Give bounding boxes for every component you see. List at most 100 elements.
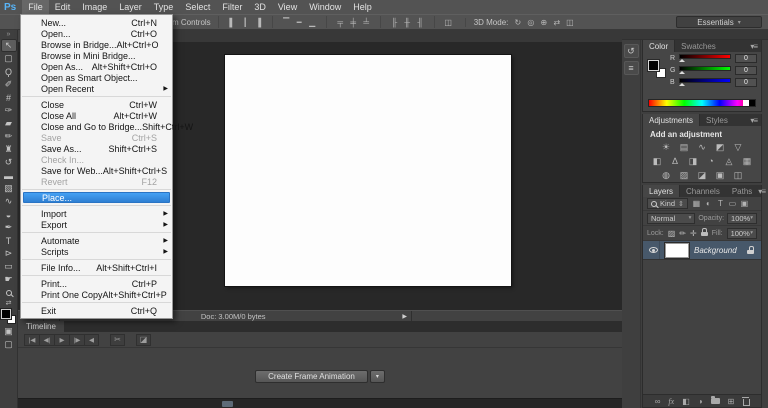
play-button[interactable]: ▶ <box>54 334 69 346</box>
crop-tool[interactable]: # <box>1 91 17 104</box>
layer-row-background[interactable]: Background <box>643 241 761 260</box>
lock-all-icon[interactable] <box>701 228 708 238</box>
menu-item-open-as[interactable]: Open As...Alt+Shift+Ctrl+O <box>21 61 172 72</box>
menu-item-save-as[interactable]: Save As...Shift+Ctrl+S <box>21 143 172 154</box>
posterize-icon[interactable]: ▨ <box>678 169 690 181</box>
menubar-item-layer[interactable]: Layer <box>113 0 148 14</box>
menu-item-print[interactable]: Print...Ctrl+P <box>21 278 172 289</box>
new-adjustment-layer-button-icon[interactable]: ◑ <box>698 397 703 406</box>
menu-item-browse-in-mini-bridge[interactable]: Browse in Mini Bridge... <box>21 50 172 61</box>
layer-style-button-icon[interactable]: fx <box>668 397 674 406</box>
panel-menu-icon[interactable]: ▾≡ <box>758 187 768 196</box>
zoom-tool[interactable] <box>1 286 17 299</box>
channel-value-field[interactable]: 0 <box>735 54 757 63</box>
layers-tab-channels[interactable]: Channels <box>680 185 726 197</box>
menu-item-save[interactable]: SaveCtrl+S <box>21 132 172 143</box>
foreground-color-swatch[interactable] <box>1 309 11 319</box>
status-flyout-arrow-icon[interactable]: ▶ <box>402 313 407 320</box>
channel-mixer-icon[interactable]: ◬ <box>723 155 735 167</box>
quick-selection-tool[interactable]: ✐ <box>1 78 17 91</box>
menu-item-automate[interactable]: Automate▶ <box>21 235 172 246</box>
color-tab-color[interactable]: Color <box>643 40 675 52</box>
pen-tool[interactable]: ✒ <box>1 221 17 234</box>
path-selection-tool[interactable]: ⊳ <box>1 247 17 260</box>
lasso-tool[interactable]: Ϙ <box>1 65 17 78</box>
channel-slider[interactable] <box>679 54 731 62</box>
clone-stamp-tool[interactable]: ♜ <box>1 143 17 156</box>
layer-visibility-cell[interactable] <box>647 241 660 259</box>
distribute-top-edges-icon[interactable]: ╤ <box>334 16 347 28</box>
slider-marker[interactable] <box>679 83 685 86</box>
transition-button[interactable]: ◪ <box>136 334 151 346</box>
channel-gradient-bar[interactable] <box>679 54 731 59</box>
black-white-icon[interactable]: ◨ <box>687 155 699 167</box>
gradient-map-icon[interactable]: ▣ <box>714 169 726 181</box>
menu-item-print-one-copy[interactable]: Print One CopyAlt+Shift+Ctrl+P <box>21 289 172 300</box>
menubar-item-image[interactable]: Image <box>76 0 113 14</box>
blend-mode-dropdown[interactable]: Normal ▾ <box>647 213 695 224</box>
exposure-icon[interactable]: ◩ <box>714 141 726 153</box>
menu-item-exit[interactable]: ExitCtrl+Q <box>21 305 172 316</box>
brush-tool[interactable]: ✏ <box>1 130 17 143</box>
menu-item-check-in[interactable]: Check In... <box>21 154 172 165</box>
history-brush-tool[interactable]: ↺ <box>1 156 17 169</box>
menubar-item-edit[interactable]: Edit <box>49 0 77 14</box>
add-layer-mask-button-icon[interactable]: ◧ <box>682 397 690 406</box>
spot-healing-brush-tool[interactable]: ▰ <box>1 117 17 130</box>
lock-image-pixels-icon[interactable]: ✏ <box>679 229 686 238</box>
adjustments-tab-styles[interactable]: Styles <box>700 114 734 126</box>
channel-gradient-bar[interactable] <box>679 66 731 71</box>
channel-slider[interactable] <box>679 66 731 74</box>
panel-menu-icon[interactable]: ▾≡ <box>750 42 761 51</box>
layers-tab-paths[interactable]: Paths <box>726 185 758 197</box>
slider-marker[interactable] <box>679 59 685 62</box>
menubar-item-window[interactable]: Window <box>303 0 347 14</box>
menubar-item-select[interactable]: Select <box>179 0 216 14</box>
vibrance-icon[interactable]: ▽ <box>732 141 744 153</box>
distribute-bottom-edges-icon[interactable]: ╧ <box>360 16 373 28</box>
menubar-item-file[interactable]: File <box>22 0 49 14</box>
color-swatches-widget[interactable] <box>1 309 16 324</box>
smudge-tool[interactable]: ∿ <box>1 195 17 208</box>
collapse-toolbox-icon[interactable]: » <box>7 30 11 39</box>
menu-item-place[interactable]: Place... <box>23 192 170 203</box>
hue-saturation-icon[interactable]: ◧ <box>651 155 663 167</box>
align-horizontal-centers-icon[interactable]: ┃ <box>239 16 252 28</box>
distribute-vertical-centers-icon[interactable]: ╪ <box>347 16 360 28</box>
slider-marker[interactable] <box>679 71 685 74</box>
filter-pixel-layers-icon[interactable]: ▦ <box>691 199 702 208</box>
menubar-item-view[interactable]: View <box>272 0 303 14</box>
distribute-left-edges-icon[interactable]: ╟ <box>388 16 401 28</box>
curves-icon[interactable]: ∿ <box>696 141 708 153</box>
channel-slider[interactable] <box>679 78 731 86</box>
workspace-switcher-button[interactable]: Essentials ▾ <box>676 16 762 28</box>
timeline-scrollbar[interactable] <box>18 398 622 408</box>
3d-rotate-icon[interactable]: ↻ <box>511 16 524 28</box>
distribute-right-edges-icon[interactable]: ╢ <box>414 16 427 28</box>
fill-dropdown[interactable]: 100% ▾ <box>727 228 757 239</box>
lock-transparent-pixels-icon[interactable]: ▨ <box>668 229 676 238</box>
shape-tool[interactable]: ▭ <box>1 260 17 273</box>
filter-adjustment-layers-icon[interactable]: ◐ <box>703 199 714 208</box>
auto-align-layers-icon[interactable]: ◫ <box>442 16 455 28</box>
threshold-icon[interactable]: ◪ <box>696 169 708 181</box>
align-bottom-edges-icon[interactable]: ▁ <box>306 16 319 28</box>
menubar-item-type[interactable]: Type <box>148 0 180 14</box>
link-layers-button-icon[interactable]: ∞ <box>655 397 661 406</box>
new-group-button-icon[interactable] <box>711 398 720 404</box>
opacity-dropdown[interactable]: 100% ▾ <box>727 213 757 224</box>
eye-icon[interactable] <box>649 247 658 253</box>
previous-frame-button[interactable]: ◀| <box>39 334 54 346</box>
channel-value-field[interactable]: 0 <box>735 66 757 75</box>
hand-tool[interactable]: ☛ <box>1 273 17 286</box>
menubar-item-help[interactable]: Help <box>347 0 378 14</box>
split-clip-button[interactable]: ✂ <box>110 334 125 346</box>
3d-drag-icon[interactable]: ⊕ <box>537 16 550 28</box>
align-vertical-centers-icon[interactable]: ━ <box>293 16 306 28</box>
menu-item-close-and-go-to-bridge[interactable]: Close and Go to Bridge...Shift+Ctrl+W <box>21 121 172 132</box>
channel-gradient-bar[interactable] <box>679 78 731 83</box>
screen-mode-button[interactable]: ▢ <box>1 338 17 351</box>
eraser-tool[interactable]: ▬ <box>1 169 17 182</box>
panel-menu-icon[interactable]: ▾≡ <box>750 116 761 125</box>
type-tool[interactable]: T <box>1 234 17 247</box>
